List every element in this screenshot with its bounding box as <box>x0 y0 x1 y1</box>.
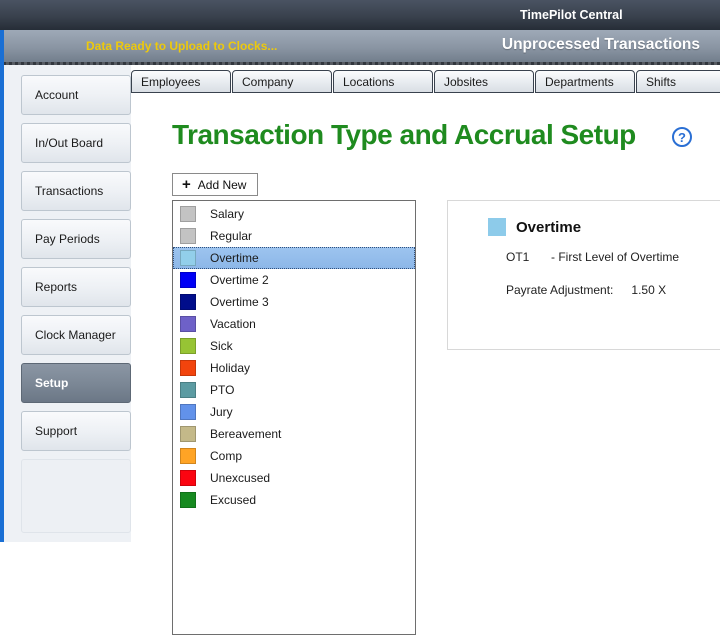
transaction-type-row[interactable]: Salary <box>173 203 415 225</box>
transaction-type-label: Jury <box>210 405 233 419</box>
detail-payrate-line: Payrate Adjustment: 1.50 X <box>506 283 666 297</box>
transaction-type-label: Holiday <box>210 361 250 375</box>
sidebar-item[interactable]: Transactions <box>21 171 131 211</box>
transaction-type-label: PTO <box>210 383 234 397</box>
help-icon[interactable]: ? <box>672 127 692 147</box>
tab[interactable]: Locations <box>333 70 433 93</box>
color-swatch <box>180 382 196 398</box>
color-swatch <box>180 250 196 266</box>
window-titlebar: TimePilot Central <box>0 0 720 30</box>
color-swatch <box>180 426 196 442</box>
sidebar-item-label: Support <box>35 424 77 438</box>
transaction-type-label: Sick <box>210 339 233 353</box>
sidebar-item[interactable]: Account <box>21 75 131 115</box>
transaction-type-label: Comp <box>210 449 242 463</box>
tab-label: Company <box>242 75 293 89</box>
status-header-bar: Data Ready to Upload to Clocks... Unproc… <box>4 30 720 62</box>
transaction-type-label: Overtime <box>210 251 259 265</box>
transaction-type-list[interactable]: Salary Regular Overtime Overtime 2 Overt… <box>172 200 416 635</box>
color-swatch <box>180 470 196 486</box>
detail-color-swatch <box>488 218 506 236</box>
transaction-type-label: Vacation <box>210 317 256 331</box>
tab-label: Jobsites <box>444 75 488 89</box>
sidebar-item-label: Transactions <box>35 184 103 198</box>
transaction-type-row[interactable]: PTO <box>173 379 415 401</box>
sidebar-item-label: Setup <box>35 376 68 390</box>
tab[interactable]: Company <box>232 70 332 93</box>
transaction-type-label: Excused <box>210 493 256 507</box>
add-new-label: Add New <box>198 178 247 192</box>
color-swatch <box>180 448 196 464</box>
color-swatch <box>180 206 196 222</box>
transaction-type-label: Unexcused <box>210 471 270 485</box>
tab-label: Departments <box>545 75 614 89</box>
transaction-type-row[interactable]: Overtime 2 <box>173 269 415 291</box>
sidebar-item-label: Account <box>35 88 78 102</box>
transaction-type-label: Bereavement <box>210 427 281 441</box>
setup-tabs: Employees Company Locations Jobsites Dep… <box>131 70 720 93</box>
sidebar-item[interactable]: Pay Periods <box>21 219 131 259</box>
detail-title: Overtime <box>516 219 581 236</box>
transaction-type-row[interactable]: Regular <box>173 225 415 247</box>
transaction-detail-panel: Overtime OT1 - First Level of Overtime P… <box>447 200 720 350</box>
transaction-type-label: Salary <box>210 207 244 221</box>
color-swatch <box>180 228 196 244</box>
sidebar-empty-panel <box>21 459 131 533</box>
transaction-type-row[interactable]: Sick <box>173 335 415 357</box>
sidebar-item-label: In/Out Board <box>35 136 103 150</box>
sidebar-item-label: Clock Manager <box>35 328 116 342</box>
transaction-type-label: Overtime 3 <box>210 295 269 309</box>
transaction-type-row[interactable]: Comp <box>173 445 415 467</box>
main-content: Transaction Type and Accrual Setup ? + A… <box>131 93 720 542</box>
transaction-type-label: Overtime 2 <box>210 273 269 287</box>
transaction-type-label: Regular <box>210 229 252 243</box>
color-swatch <box>180 404 196 420</box>
color-swatch <box>180 316 196 332</box>
payrate-value: 1.50 X <box>631 283 666 297</box>
add-new-button[interactable]: + Add New <box>172 173 258 196</box>
tab[interactable]: Jobsites <box>434 70 534 93</box>
transaction-type-row[interactable]: Holiday <box>173 357 415 379</box>
detail-code: OT1 <box>506 250 551 264</box>
transaction-type-row[interactable]: Bereavement <box>173 423 415 445</box>
tab-label: Locations <box>343 75 394 89</box>
tab[interactable]: Departments <box>535 70 635 93</box>
sidebar-item[interactable]: Setup <box>21 363 131 403</box>
transaction-type-row[interactable]: Jury <box>173 401 415 423</box>
page-title: Transaction Type and Accrual Setup <box>172 119 636 151</box>
sidebar-item-label: Reports <box>35 280 77 294</box>
color-swatch <box>180 294 196 310</box>
detail-header: Overtime <box>488 218 581 236</box>
window-title: TimePilot Central <box>520 0 623 30</box>
upload-status-message: Data Ready to Upload to Clocks... <box>86 39 277 53</box>
tab[interactable]: Shifts <box>636 70 720 93</box>
tab-label: Employees <box>141 75 200 89</box>
payrate-label: Payrate Adjustment: <box>506 283 613 297</box>
tab-label: Shifts <box>646 75 676 89</box>
tab[interactable]: Employees <box>131 70 231 93</box>
unprocessed-transactions-title: Unprocessed Transactions <box>502 36 700 54</box>
sidebar-item-label: Pay Periods <box>35 232 100 246</box>
detail-description: - First Level of Overtime <box>551 250 679 264</box>
transaction-type-row[interactable]: Excused <box>173 489 415 511</box>
transaction-type-row[interactable]: Unexcused <box>173 467 415 489</box>
sidebar-item[interactable]: Support <box>21 411 131 451</box>
sidebar-item[interactable]: Reports <box>21 267 131 307</box>
sidebar-item[interactable]: Clock Manager <box>21 315 131 355</box>
color-swatch <box>180 492 196 508</box>
sidebar-nav: Account In/Out Board Transactions Pay Pe… <box>4 65 131 542</box>
detail-code-line: OT1 - First Level of Overtime <box>506 250 679 264</box>
plus-icon: + <box>182 177 191 192</box>
color-swatch <box>180 338 196 354</box>
color-swatch <box>180 360 196 376</box>
color-swatch <box>180 272 196 288</box>
transaction-type-row[interactable]: Vacation <box>173 313 415 335</box>
sidebar-item[interactable]: In/Out Board <box>21 123 131 163</box>
transaction-type-row[interactable]: Overtime <box>173 247 415 269</box>
transaction-type-row[interactable]: Overtime 3 <box>173 291 415 313</box>
